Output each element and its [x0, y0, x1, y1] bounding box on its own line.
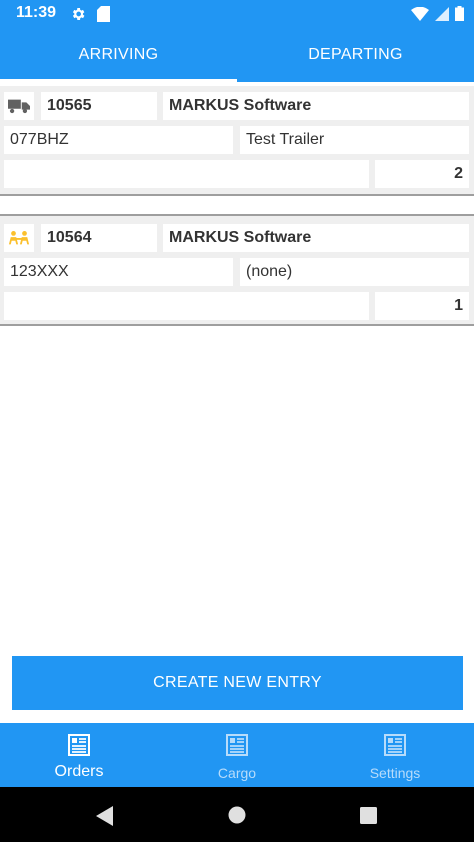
tab-departing[interactable]: DEPARTING	[237, 28, 474, 82]
nav-settings-label: Settings	[369, 765, 421, 781]
back-icon[interactable]	[96, 806, 114, 826]
license-plate: 077BHZ	[4, 126, 233, 154]
nav-cargo[interactable]: Cargo	[158, 723, 316, 787]
active-tab-indicator	[0, 79, 237, 82]
status-bar: 11:39	[0, 0, 474, 28]
trailer-name: (none)	[240, 258, 469, 286]
recent-apps-icon[interactable]	[360, 807, 377, 824]
order-number: 10564	[41, 224, 157, 252]
tab-departing-label: DEPARTING	[308, 46, 403, 63]
system-nav-bar	[0, 787, 474, 842]
tab-bar: ARRIVING DEPARTING	[0, 28, 474, 82]
truck-icon	[4, 92, 34, 120]
cargo-icon	[226, 734, 248, 756]
bottom-nav: Orders Cargo Settings	[0, 723, 474, 787]
order-number: 10565	[41, 92, 157, 120]
entry-note	[4, 292, 369, 320]
nav-orders[interactable]: Orders	[0, 723, 158, 787]
people-icon	[4, 224, 34, 252]
entry-count: 1	[375, 292, 469, 320]
sd-card-icon	[97, 6, 110, 27]
license-plate: 123XXX	[4, 258, 233, 286]
wifi-icon	[411, 6, 429, 21]
gear-icon	[70, 6, 86, 27]
signal-icon	[435, 6, 449, 21]
trailer-name: Test Trailer	[240, 126, 469, 154]
nav-settings[interactable]: Settings	[316, 723, 474, 787]
home-icon[interactable]	[228, 806, 246, 824]
create-new-entry-button[interactable]: CREATE NEW ENTRY	[12, 656, 463, 710]
tab-arriving-label: ARRIVING	[78, 46, 159, 63]
company-name: MARKUS Software	[163, 224, 469, 252]
entry-card[interactable]: 10565 MARKUS Software 077BHZ Test Traile…	[0, 86, 474, 196]
entry-card[interactable]: 10564 MARKUS Software 123XXX (none) 1	[0, 214, 474, 326]
orders-icon	[68, 734, 90, 756]
entry-count: 2	[375, 160, 469, 188]
tab-arriving[interactable]: ARRIVING	[0, 28, 237, 82]
nav-orders-label: Orders	[54, 763, 104, 780]
settings-icon	[384, 734, 406, 756]
company-name: MARKUS Software	[163, 92, 469, 120]
entry-note	[4, 160, 369, 188]
nav-cargo-label: Cargo	[217, 765, 257, 781]
status-time: 11:39	[16, 4, 57, 21]
battery-icon	[455, 6, 464, 21]
